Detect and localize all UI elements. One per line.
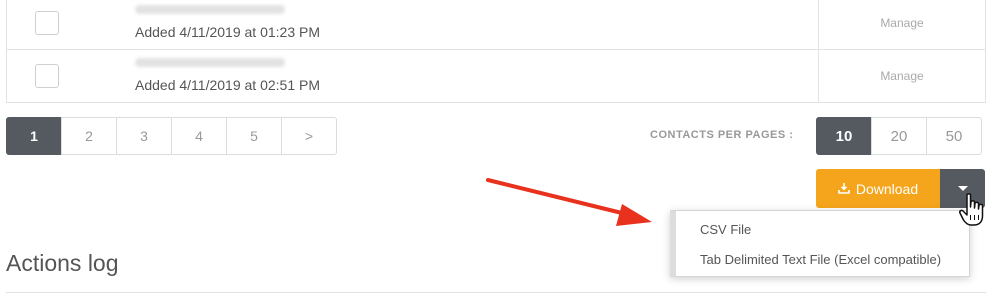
next-page-button[interactable]: > [281,117,337,155]
page-1-button[interactable]: 1 [6,117,62,155]
manage-link[interactable]: Manage [819,16,985,30]
per-page-label: CONTACTS PER PAGES : [650,129,794,141]
caret-down-icon [957,186,968,191]
table-row: Added 4/11/2019 at 01:23 PM Manage [7,0,985,50]
page-4-button[interactable]: 4 [171,117,227,155]
row-checkbox[interactable] [35,11,59,35]
row-checkbox[interactable] [35,64,59,88]
manage-link[interactable]: Manage [819,69,985,83]
actions-log-title: Actions log [6,250,119,276]
page-3-button[interactable]: 3 [116,117,172,155]
hand-cursor-icon [959,193,984,226]
download-button[interactable]: Download [816,169,940,208]
per-page-10-button[interactable]: 10 [816,117,872,155]
page-5-button[interactable]: 5 [226,117,282,155]
divider [6,292,986,293]
pagination: 1 2 3 4 5 > [6,117,337,155]
table-row: Added 4/11/2019 at 02:51 PM Manage [7,50,985,102]
menu-item-csv[interactable]: CSV File [700,222,751,237]
per-page-selector: 10 20 50 [816,117,982,155]
annotation-arrow-icon [486,178,652,226]
blurred-email [135,58,285,67]
per-page-20-button[interactable]: 20 [871,117,927,155]
added-date: Added 4/11/2019 at 01:23 PM [135,24,320,40]
download-label: Download [855,180,919,197]
download-icon [838,181,850,197]
download-format-menu: CSV File Tab Delimited Text File (Excel … [670,210,970,277]
contacts-table: Added 4/11/2019 at 01:23 PM Manage Added… [6,0,986,103]
page-2-button[interactable]: 2 [61,117,117,155]
menu-item-tab-delimited[interactable]: Tab Delimited Text File (Excel compatibl… [700,252,941,267]
per-page-50-button[interactable]: 50 [926,117,982,155]
added-date: Added 4/11/2019 at 02:51 PM [135,77,320,93]
blurred-email [135,5,285,14]
